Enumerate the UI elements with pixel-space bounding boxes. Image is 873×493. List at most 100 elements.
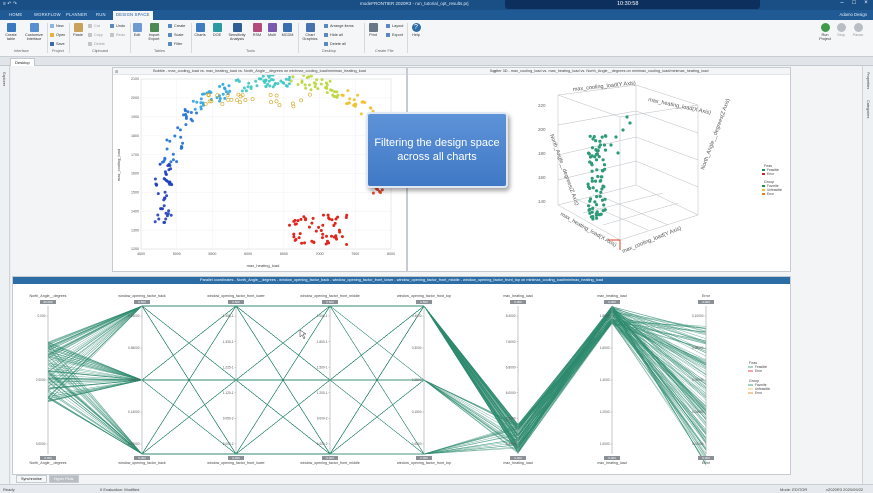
- close-icon[interactable]: ×: [860, 0, 872, 6]
- parallel-axis-tick: 0.10000: [692, 314, 704, 318]
- bubble-point: [340, 235, 344, 239]
- tab-design-space[interactable]: DESIGN SPACE: [113, 11, 153, 20]
- bubble-point: [168, 182, 172, 186]
- s3d-point: [598, 179, 602, 183]
- bubble-point: [326, 213, 330, 217]
- parallel-line: [47, 321, 707, 455]
- s3d-point: [595, 149, 599, 153]
- bubble-point: [247, 81, 251, 85]
- parallel-axis-tick: 1.200-1: [317, 391, 328, 395]
- bubble-chart[interactable]: 4500 5000 5500 6000 6500 7000 7500 8000 1200 1300…: [113, 75, 408, 273]
- s3d-point: [593, 200, 597, 204]
- parallel-axis-name: window_opening_factor_front_lower: [207, 294, 265, 298]
- bubble-point: [199, 97, 203, 101]
- quick-access-toolbar[interactable]: ≡ ↶ ↷: [3, 1, 17, 7]
- tab-synchronise[interactable]: Synchronise: [16, 475, 47, 483]
- s3d-point: [609, 143, 613, 147]
- minimize-icon[interactable]: –: [836, 0, 848, 6]
- user-name[interactable]: Adamo Design: [840, 12, 867, 17]
- customize-interface-button[interactable]: Customize Interface: [24, 23, 44, 41]
- sensitivity-analysis-button[interactable]: Sensitivity Analysis: [227, 23, 247, 41]
- bubble-chart-panel[interactable]: Bubble - max_cooling_load vs. max_heatin…: [112, 67, 407, 272]
- parallel-coordinates-panel[interactable]: Parallel coordinates - North_Angle__degr…: [12, 276, 791, 475]
- parallel-axis-tick: 6.0000: [506, 391, 516, 395]
- bubble-point: [296, 83, 300, 86]
- parallel-axis-name: max_heating_load: [503, 294, 532, 298]
- s3d-point: [597, 155, 601, 159]
- s3d-point: [598, 143, 602, 147]
- properties-panel-tab[interactable]: Properties: [866, 72, 870, 89]
- parallel-axis-tick: 8.4000: [506, 314, 516, 318]
- cut-button[interactable]: Cut: [88, 24, 100, 28]
- help-button[interactable]: ? Help: [410, 23, 422, 37]
- bubble-point: [321, 236, 324, 240]
- save-button[interactable]: Save: [50, 42, 65, 46]
- arrange-items-button[interactable]: Arrange items: [324, 24, 354, 28]
- chart-menu-icon[interactable]: ⊞: [115, 69, 118, 74]
- chart-graphics-button[interactable]: Chart Graphics: [301, 23, 319, 41]
- bubble-point: [345, 243, 349, 246]
- group-label-create-file: Create File: [375, 49, 394, 53]
- scissors-icon: [88, 24, 92, 28]
- run-icon: [820, 23, 830, 32]
- tab-workflow[interactable]: WORKFLOW: [34, 12, 61, 17]
- scatter-3d-x-axis-title: max_heating_load(X Axis): [648, 97, 712, 116]
- export-button[interactable]: Export: [386, 33, 403, 37]
- copy-button[interactable]: Copy: [88, 33, 103, 37]
- multi-button[interactable]: Multi: [266, 23, 278, 37]
- bubble-point: [320, 78, 324, 82]
- s3d-point: [588, 134, 592, 138]
- run-project-button[interactable]: Run Project: [818, 23, 832, 41]
- bubble-point: [292, 232, 296, 236]
- filter-button[interactable]: Filter: [168, 42, 182, 46]
- categories-panel-tab[interactable]: Categories: [866, 100, 870, 118]
- print-button[interactable]: Print: [367, 23, 379, 37]
- pause-button[interactable]: Pause: [852, 23, 864, 37]
- rsm-button[interactable]: RSM: [251, 23, 263, 37]
- s3d-point: [601, 169, 605, 173]
- doe-button[interactable]: DOE: [211, 23, 223, 37]
- bubble-point: [218, 85, 222, 88]
- tab-run[interactable]: RUN: [96, 12, 106, 17]
- s3d-point: [590, 210, 594, 214]
- bubble-point: [163, 157, 167, 161]
- delete-all-button[interactable]: Delete all: [324, 42, 346, 46]
- bubble-y-tick: 1200: [131, 247, 139, 251]
- tab-desktop[interactable]: Desktop: [10, 58, 35, 66]
- s3d-point: [616, 151, 620, 155]
- bubble-point: [180, 145, 184, 149]
- tab-home[interactable]: HOME: [9, 12, 22, 17]
- create-table-button[interactable]: Create table: [3, 23, 19, 41]
- parallel-coordinates-chart[interactable]: North_Angle__degrees North_Angle__degrees…: [13, 284, 792, 476]
- layout-button[interactable]: Layout: [386, 24, 403, 28]
- paste-button[interactable]: Paste: [72, 23, 84, 37]
- charts-button[interactable]: Charts: [194, 23, 206, 37]
- chart-menu-icon[interactable]: ⊞: [493, 69, 496, 74]
- mcdm-button[interactable]: MCDM: [281, 23, 294, 37]
- create-button[interactable]: Create: [168, 24, 185, 28]
- import-icon: [149, 23, 159, 32]
- paste-icon: [73, 23, 83, 32]
- import-export-button[interactable]: Import Export: [146, 23, 162, 41]
- bubble-point: [331, 93, 335, 97]
- scale-button[interactable]: Scale: [168, 33, 184, 37]
- open-button[interactable]: Open: [50, 33, 65, 37]
- redo-button[interactable]: Redo: [110, 33, 125, 37]
- bubble-point: [354, 102, 358, 106]
- new-button[interactable]: New: [50, 24, 64, 28]
- bubble-point: [162, 204, 166, 208]
- bubble-point: [287, 82, 291, 86]
- undo-button[interactable]: Undo: [110, 24, 125, 28]
- hide-all-button[interactable]: Hide all: [324, 33, 343, 37]
- stop-button[interactable]: Stop: [836, 23, 846, 37]
- bubble-point: [314, 229, 318, 233]
- tab-hyper-plots[interactable]: Hyper Plots: [48, 475, 79, 483]
- maximize-icon[interactable]: □: [848, 0, 860, 6]
- help-icon: ?: [411, 23, 421, 32]
- edit-button[interactable]: Edit: [132, 23, 142, 37]
- explorer-panel-tab[interactable]: Explorer: [2, 72, 6, 86]
- delete-button[interactable]: Delete: [88, 42, 105, 46]
- tab-planner[interactable]: PLANNER: [66, 12, 87, 17]
- bubble-point: [165, 138, 169, 142]
- bubble-y-tick: 1400: [131, 209, 139, 213]
